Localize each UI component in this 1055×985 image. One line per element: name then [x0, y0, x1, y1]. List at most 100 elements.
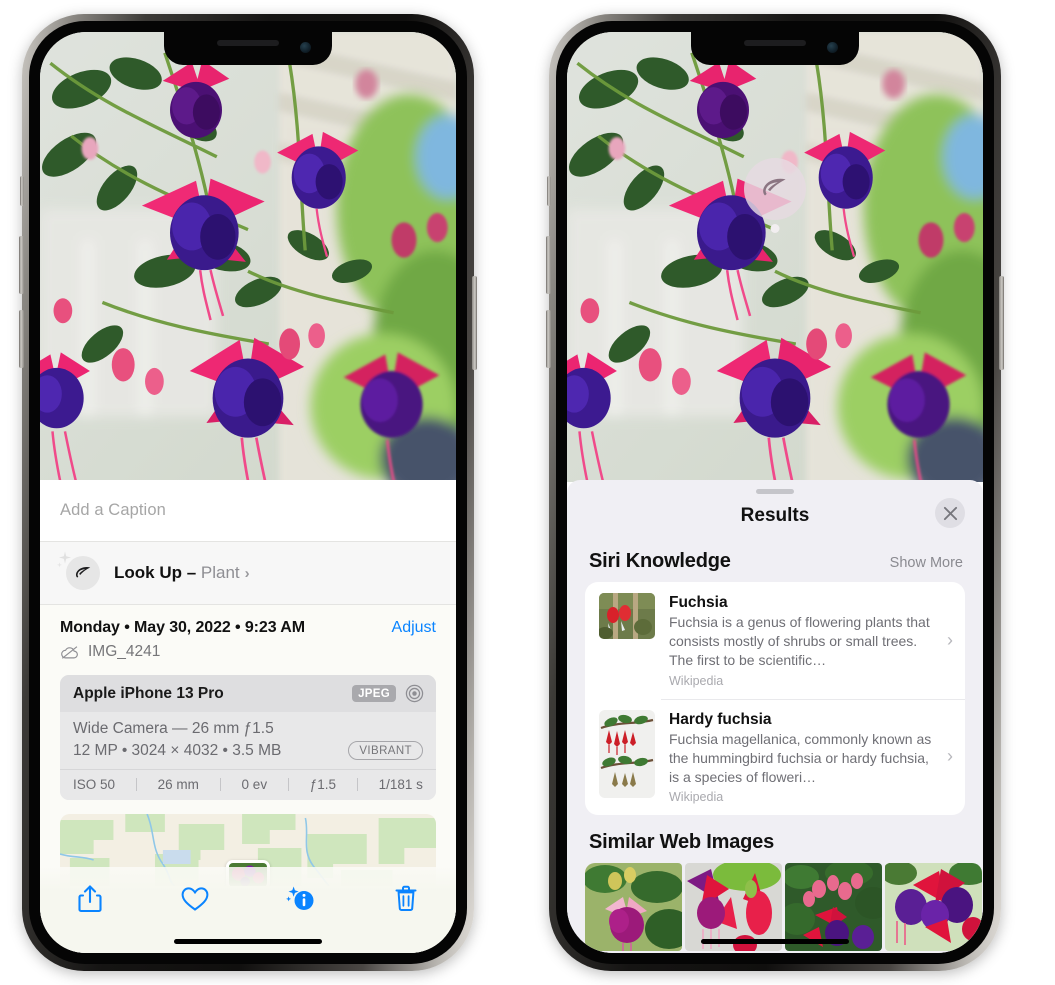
look-up-label: Look Up – Plant ›	[114, 563, 250, 583]
camera-info-card[interactable]: Apple iPhone 13 Pro JPEG Wide Camera — 2…	[60, 675, 436, 800]
iphone-left-device: Add a Caption Look Up – Plant › Monday •…	[19, 14, 477, 971]
web-image-4-graphic	[885, 863, 982, 952]
look-up-dash: –	[182, 563, 201, 582]
result-title: Fuchsia	[669, 594, 728, 611]
result-body: Hardy fuchsia Fuchsia magellanica, commo…	[669, 710, 947, 805]
iphone-right-device: Results Siri Knowledge Show More Fuchsia…	[546, 14, 1004, 971]
mute-switch[interactable]	[20, 176, 24, 206]
front-camera	[300, 42, 311, 53]
caption-field-row[interactable]: Add a Caption	[40, 480, 456, 542]
exif-exposure: 0 ev	[241, 777, 268, 792]
camera-header-badges: JPEG	[352, 684, 424, 703]
visual-lookup-leaf-badge[interactable]	[744, 158, 806, 220]
volume-down-button[interactable]	[546, 310, 551, 368]
home-indicator[interactable]	[701, 939, 849, 944]
chevron-right-icon: ›	[244, 565, 250, 582]
heart-icon	[181, 887, 209, 911]
exif-shutter: 1/181 s	[378, 777, 423, 792]
capture-date: Monday • May 30, 2022 • 9:23 AM	[60, 619, 305, 636]
exif-divider	[219, 778, 221, 791]
close-icon	[943, 506, 957, 520]
aperture-icon	[405, 684, 424, 703]
exif-divider	[135, 778, 137, 791]
notch	[164, 32, 332, 65]
device-model: Apple iPhone 13 Pro	[73, 684, 224, 702]
left-screen: Add a Caption Look Up – Plant › Monday •…	[40, 32, 456, 953]
leaf-glyph	[75, 566, 90, 578]
mute-switch[interactable]	[547, 176, 551, 206]
web-image-1-graphic	[585, 863, 682, 952]
visual-lookup-badge-pointer	[770, 224, 780, 233]
file-name: IMG_4241	[88, 643, 161, 660]
photo-viewer[interactable]	[567, 32, 983, 482]
share-button[interactable]	[68, 879, 112, 919]
home-indicator[interactable]	[174, 939, 322, 944]
right-screen: Results Siri Knowledge Show More Fuchsia…	[567, 32, 983, 953]
photo-info-sheet: Add a Caption Look Up – Plant › Monday •…	[40, 480, 456, 953]
earpiece-speaker	[744, 40, 806, 46]
hardy-fuchsia-thumbnail-image	[599, 709, 655, 798]
similar-web-images-header: Similar Web Images	[567, 815, 983, 863]
device-bezel: Add a Caption Look Up – Plant › Monday •…	[29, 21, 467, 964]
info-sparkle-icon	[285, 886, 314, 910]
web-image-1[interactable]	[585, 863, 682, 952]
format-badge: JPEG	[352, 685, 396, 702]
result-description: Fuchsia is a genus of flowering plants t…	[669, 614, 930, 668]
volume-up-button[interactable]	[19, 236, 24, 294]
results-title: Results	[740, 505, 810, 526]
date-row: Monday • May 30, 2022 • 9:23 AM Adjust	[60, 605, 436, 637]
siri-knowledge-card: Fuchsia Fuchsia is a genus of flowering …	[585, 582, 965, 816]
device-bezel: Results Siri Knowledge Show More Fuchsia…	[556, 21, 994, 964]
delete-button[interactable]	[384, 879, 428, 919]
web-image-4[interactable]	[885, 863, 982, 952]
adjust-button[interactable]: Adjust	[392, 619, 436, 637]
leaf-icon	[763, 178, 786, 196]
chevron-right-icon: ›	[947, 746, 953, 767]
exif-divider	[356, 778, 358, 791]
siri-knowledge-header: Siri Knowledge Show More	[567, 538, 983, 582]
result-source: Wikipedia	[669, 790, 724, 805]
power-button[interactable]	[472, 276, 477, 370]
result-thumbnail	[599, 709, 655, 798]
filename-row: IMG_4241	[60, 643, 436, 661]
share-icon	[78, 885, 102, 913]
fuchsia-photo	[40, 32, 456, 482]
section-title-siri-knowledge: Siri Knowledge	[589, 550, 731, 572]
favorite-button[interactable]	[173, 879, 217, 919]
spec-row: 12 MP • 3024 × 4032 • 3.5 MB VIBRANT	[73, 741, 423, 760]
exif-iso: ISO 50	[73, 777, 116, 792]
volume-down-button[interactable]	[19, 310, 24, 368]
info-button[interactable]	[279, 879, 323, 919]
exif-aperture: ƒ1.5	[309, 777, 336, 792]
close-button[interactable]	[935, 498, 965, 528]
result-thumbnail	[599, 593, 655, 639]
sparkle-icon	[56, 551, 71, 568]
volume-up-button[interactable]	[546, 236, 551, 294]
lens-info: Wide Camera — 26 mm ƒ1.5	[73, 720, 274, 737]
result-title: Hardy fuchsia	[669, 710, 772, 728]
earpiece-speaker	[217, 40, 279, 46]
metadata-block: Monday • May 30, 2022 • 9:23 AM Adjust I…	[40, 605, 456, 661]
photographic-style-badge: VIBRANT	[348, 741, 423, 760]
fuchsia-photo	[567, 32, 983, 482]
result-description: Fuchsia magellanica, commonly known as t…	[669, 731, 932, 785]
notch	[691, 32, 859, 65]
results-sheet: Results Siri Knowledge Show More Fuchsia…	[567, 480, 983, 953]
photo-viewer[interactable]	[40, 32, 456, 482]
look-up-row[interactable]: Look Up – Plant ›	[40, 542, 456, 604]
section-title-similar-web-images: Similar Web Images	[589, 831, 774, 854]
exif-focal: 26 mm	[157, 777, 199, 792]
show-more-button[interactable]: Show More	[890, 555, 963, 571]
screenshot-canvas: Add a Caption Look Up – Plant › Monday •…	[0, 0, 1055, 985]
chevron-right-icon: ›	[947, 629, 953, 650]
result-body: Fuchsia Fuchsia is a genus of flowering …	[669, 593, 947, 688]
power-button[interactable]	[999, 276, 1004, 370]
front-camera	[827, 42, 838, 53]
camera-header: Apple iPhone 13 Pro JPEG	[60, 675, 436, 712]
list-item[interactable]: Hardy fuchsia Fuchsia magellanica, commo…	[585, 698, 965, 816]
list-item[interactable]: Fuchsia Fuchsia is a genus of flowering …	[585, 582, 965, 699]
look-up-subject: Plant	[200, 563, 240, 582]
leaf-icon	[56, 551, 100, 590]
fuchsia-thumbnail-image	[599, 593, 655, 639]
trash-icon	[395, 885, 417, 912]
